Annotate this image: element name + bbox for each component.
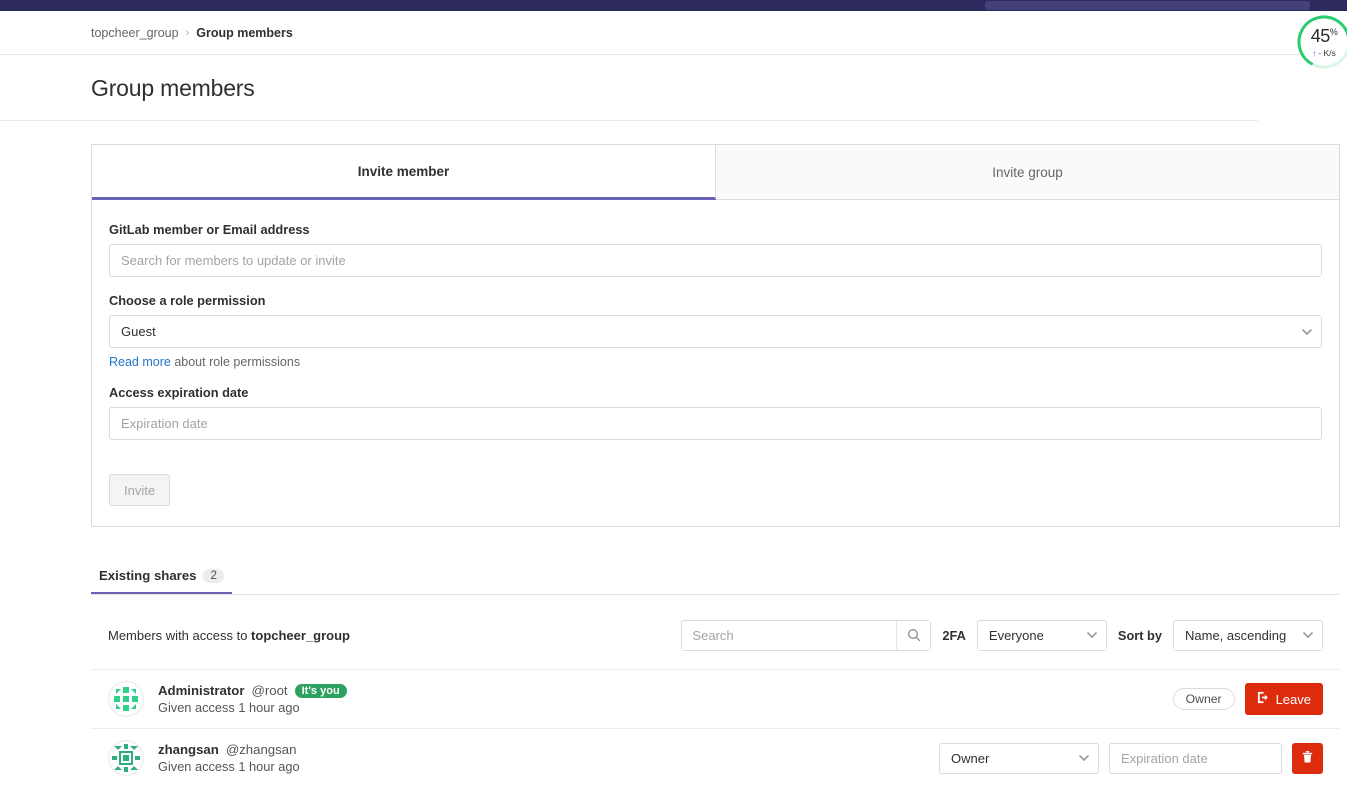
its-you-badge: It's you bbox=[294, 683, 347, 698]
member-access-date: Given access 1 hour ago bbox=[158, 700, 300, 715]
tab-invite-group[interactable]: Invite group bbox=[716, 145, 1339, 200]
invite-button[interactable]: Invite bbox=[109, 474, 171, 506]
tab-invite-member[interactable]: Invite member bbox=[92, 145, 716, 200]
member-field-group: GitLab member or Email address bbox=[109, 222, 1322, 277]
page-title-container: Group members bbox=[0, 55, 1258, 121]
delete-member-button[interactable] bbox=[1292, 742, 1323, 774]
member-info: Administrator @root It's you Given acces… bbox=[158, 683, 347, 715]
tab-existing-shares-label: Existing shares bbox=[99, 568, 197, 583]
member-actions: Owner bbox=[939, 742, 1323, 774]
tab-invite-member-label: Invite member bbox=[357, 163, 450, 179]
sort-by-label: Sort by bbox=[1117, 627, 1162, 643]
network-speed-gauge[interactable]: 45% ↑ - K/s bbox=[1294, 12, 1347, 72]
leave-button[interactable]: Leave bbox=[1244, 683, 1323, 715]
member-identity: Administrator @root It's you bbox=[158, 683, 347, 698]
members-access-prefix: Members with access to bbox=[108, 627, 252, 643]
page-root: topcheer_group › Group members Group mem… bbox=[0, 11, 1347, 776]
sign-out-icon bbox=[1257, 691, 1270, 707]
table-row: zhangsan @zhangsan Given access 1 hour a… bbox=[91, 728, 1340, 787]
member-field-label: GitLab member or Email address bbox=[109, 222, 310, 237]
role-select[interactable]: Guest bbox=[109, 315, 1322, 348]
breadcrumb-group-link[interactable]: topcheer_group bbox=[91, 26, 179, 40]
member-handle: @root bbox=[251, 683, 288, 698]
breadcrumb-separator-icon: › bbox=[185, 26, 190, 39]
role-field-label: Choose a role permission bbox=[109, 293, 266, 308]
member-name: Administrator bbox=[158, 683, 245, 698]
role-helper-rest: about role permissions bbox=[170, 355, 301, 369]
twofa-label: 2FA bbox=[942, 627, 966, 643]
members-filter-row: Members with access to topcheer_group 2F… bbox=[91, 611, 1340, 659]
invite-form: GitLab member or Email address Choose a … bbox=[92, 200, 1339, 526]
sort-by-wrap: Name, ascending bbox=[1173, 619, 1323, 651]
invite-tabs: Invite member Invite group bbox=[92, 145, 1339, 200]
members-search-input[interactable] bbox=[682, 620, 897, 650]
member-access-date: Given access 1 hour ago bbox=[158, 759, 300, 774]
member-role-value: Owner bbox=[951, 750, 990, 766]
breadcrumb-current: Group members bbox=[196, 25, 293, 40]
role-select-wrap: Guest bbox=[109, 315, 1322, 348]
browser-top-bar bbox=[0, 0, 1347, 11]
tab-existing-shares[interactable]: Existing shares 2 bbox=[91, 568, 232, 594]
expiration-field-group: Access expiration date bbox=[109, 385, 1322, 440]
twofa-filter-value: Everyone bbox=[988, 627, 1044, 643]
browser-address-bar[interactable] bbox=[985, 1, 1310, 10]
members-search-box bbox=[681, 619, 932, 651]
members-access-label: Members with access to topcheer_group bbox=[108, 628, 350, 643]
sort-by-value: Name, ascending bbox=[1185, 627, 1287, 643]
existing-shares-count-badge: 2 bbox=[203, 568, 224, 583]
member-expiration-input[interactable] bbox=[1109, 742, 1282, 774]
member-handle: @zhangsan bbox=[225, 742, 297, 757]
member-info: zhangsan @zhangsan Given access 1 hour a… bbox=[158, 742, 300, 774]
member-role-select[interactable]: Owner bbox=[939, 742, 1099, 774]
role-helper-text: Read more about role permissions bbox=[109, 355, 1322, 369]
invite-card: Invite member Invite group GitLab member… bbox=[91, 144, 1340, 527]
leave-button-label: Leave bbox=[1275, 691, 1311, 707]
members-access-group: topcheer_group bbox=[251, 627, 351, 643]
expiration-date-input[interactable] bbox=[109, 407, 1322, 440]
members-list: Administrator @root It's you Given acces… bbox=[91, 669, 1340, 787]
read-more-link[interactable]: Read more bbox=[109, 355, 171, 369]
twofa-filter-wrap: Everyone bbox=[976, 619, 1107, 651]
role-pill: Owner bbox=[1172, 688, 1235, 710]
twofa-filter-select[interactable]: Everyone bbox=[976, 619, 1107, 651]
avatar[interactable] bbox=[108, 740, 144, 776]
search-icon[interactable] bbox=[896, 620, 931, 650]
filter-controls: 2FA Everyone Sort by Name, ascending bbox=[681, 619, 1323, 651]
member-role-select-wrap: Owner bbox=[939, 742, 1099, 774]
page-title: Group members bbox=[91, 75, 255, 101]
member-name: zhangsan bbox=[158, 742, 219, 757]
table-row: Administrator @root It's you Given acces… bbox=[91, 669, 1340, 728]
tab-invite-group-label: Invite group bbox=[992, 164, 1063, 180]
avatar[interactable] bbox=[108, 681, 144, 717]
member-search-input[interactable] bbox=[109, 244, 1322, 277]
role-select-value: Guest bbox=[121, 324, 156, 339]
expiration-field-label: Access expiration date bbox=[109, 385, 249, 400]
existing-shares-tabbar: Existing shares 2 bbox=[91, 558, 1340, 595]
role-field-group: Choose a role permission Guest Read more… bbox=[109, 293, 1322, 369]
breadcrumb: topcheer_group › Group members bbox=[0, 11, 1347, 55]
trash-icon bbox=[1301, 750, 1314, 767]
member-identity: zhangsan @zhangsan bbox=[158, 742, 300, 757]
sort-by-select[interactable]: Name, ascending bbox=[1173, 619, 1323, 651]
member-actions: Owner Leave bbox=[1172, 683, 1323, 715]
